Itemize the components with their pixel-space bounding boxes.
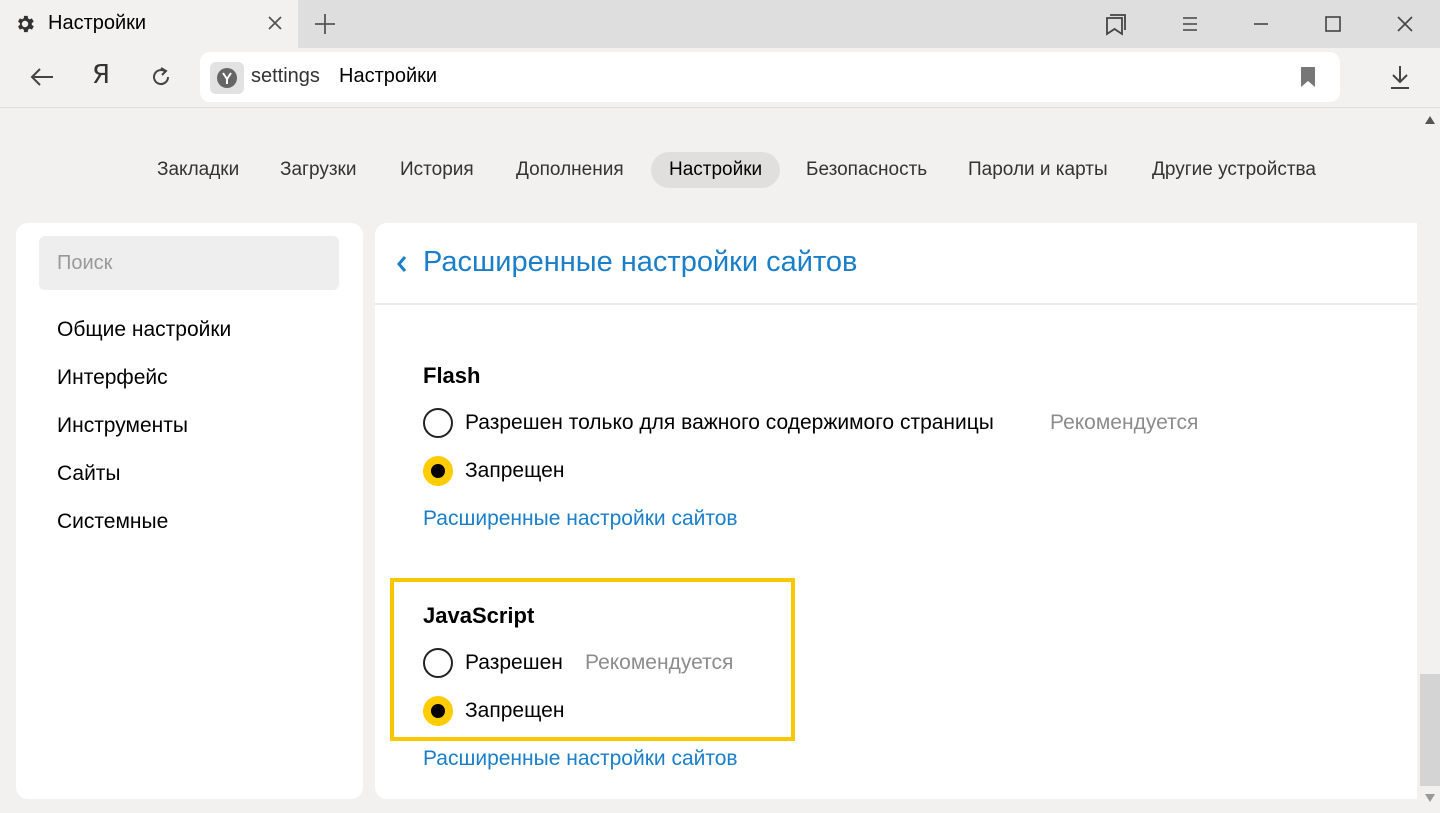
download-icon[interactable] — [1385, 62, 1415, 92]
tab-title: Настройки — [48, 12, 147, 34]
flash-advanced-link[interactable]: Расширенные настройки сайтов — [423, 507, 738, 531]
flash-section-title: Flash — [423, 363, 481, 388]
sidebar-item-interface[interactable]: Интерфейс — [57, 366, 168, 390]
page-title: Расширенные настройки сайтов — [423, 246, 858, 278]
search-placeholder: Поиск — [57, 252, 113, 274]
address-bar[interactable]: settings Настройки — [200, 52, 1340, 102]
chevron-left-icon[interactable] — [395, 254, 409, 274]
search-input[interactable]: Поиск — [39, 236, 339, 290]
reload-icon[interactable] — [146, 62, 176, 92]
tabs-bookmarks-icon[interactable] — [1102, 10, 1130, 38]
settings-sidebar: Поиск Общие настройки Интерфейс Инструме… — [16, 223, 363, 799]
radio-label: Разрешен только для важного содержимого … — [465, 411, 994, 434]
address-host: settings — [251, 65, 320, 87]
back-arrow-icon[interactable] — [27, 62, 57, 92]
new-tab-icon[interactable] — [312, 11, 338, 37]
settings-top-nav: Закладки Загрузки История Дополнения Нас… — [0, 148, 1420, 192]
highlight-frame — [390, 578, 795, 741]
page-scrollbar[interactable] — [1420, 108, 1440, 813]
gear-icon — [18, 15, 34, 33]
nav-bookmarks[interactable]: Закладки — [139, 152, 257, 188]
close-icon[interactable] — [264, 12, 286, 34]
close-window-icon[interactable] — [1391, 10, 1419, 38]
scroll-thumb[interactable] — [1420, 674, 1440, 786]
yandex-logo-button[interactable]: Я — [92, 60, 110, 90]
flash-option-important-only[interactable]: Разрешен только для важного содержимого … — [423, 408, 1223, 440]
radio-unchecked[interactable] — [423, 408, 453, 438]
nav-passwords[interactable]: Пароли и карты — [950, 152, 1126, 188]
maximize-icon[interactable] — [1319, 10, 1347, 38]
bookmark-icon[interactable] — [1298, 65, 1318, 89]
menu-icon[interactable] — [1176, 10, 1204, 38]
minimize-icon[interactable] — [1247, 10, 1275, 38]
browser-toolbar: Я settings Настройки — [0, 48, 1440, 108]
scroll-down-arrow-icon[interactable] — [1425, 794, 1435, 802]
nav-other-devices[interactable]: Другие устройства — [1134, 152, 1334, 188]
sidebar-item-general[interactable]: Общие настройки — [57, 318, 231, 342]
sidebar-item-sites[interactable]: Сайты — [57, 462, 121, 486]
recommended-hint: Рекомендуется — [1050, 411, 1199, 434]
nav-settings[interactable]: Настройки — [651, 152, 781, 188]
javascript-advanced-link[interactable]: Расширенные настройки сайтов — [423, 747, 738, 771]
address-page-title: Настройки — [339, 65, 438, 87]
nav-history[interactable]: История — [382, 152, 492, 188]
nav-extensions[interactable]: Дополнения — [498, 152, 642, 188]
radio-checked[interactable] — [423, 456, 453, 486]
scroll-up-arrow-icon[interactable] — [1425, 116, 1435, 124]
sidebar-item-tools[interactable]: Инструменты — [57, 414, 188, 438]
radio-label: Запрещен — [465, 459, 565, 482]
sidebar-item-system[interactable]: Системные — [57, 510, 168, 534]
yandex-browser-icon — [217, 68, 237, 88]
panel-header: Расширенные настройки сайтов — [375, 223, 1417, 305]
nav-downloads[interactable]: Загрузки — [262, 152, 374, 188]
site-badge[interactable] — [210, 62, 244, 94]
tab-strip: Настройки — [0, 0, 1440, 48]
flash-option-blocked[interactable]: Запрещен — [423, 456, 723, 488]
browser-tab[interactable]: Настройки — [0, 0, 298, 48]
nav-security[interactable]: Безопасность — [788, 152, 945, 188]
